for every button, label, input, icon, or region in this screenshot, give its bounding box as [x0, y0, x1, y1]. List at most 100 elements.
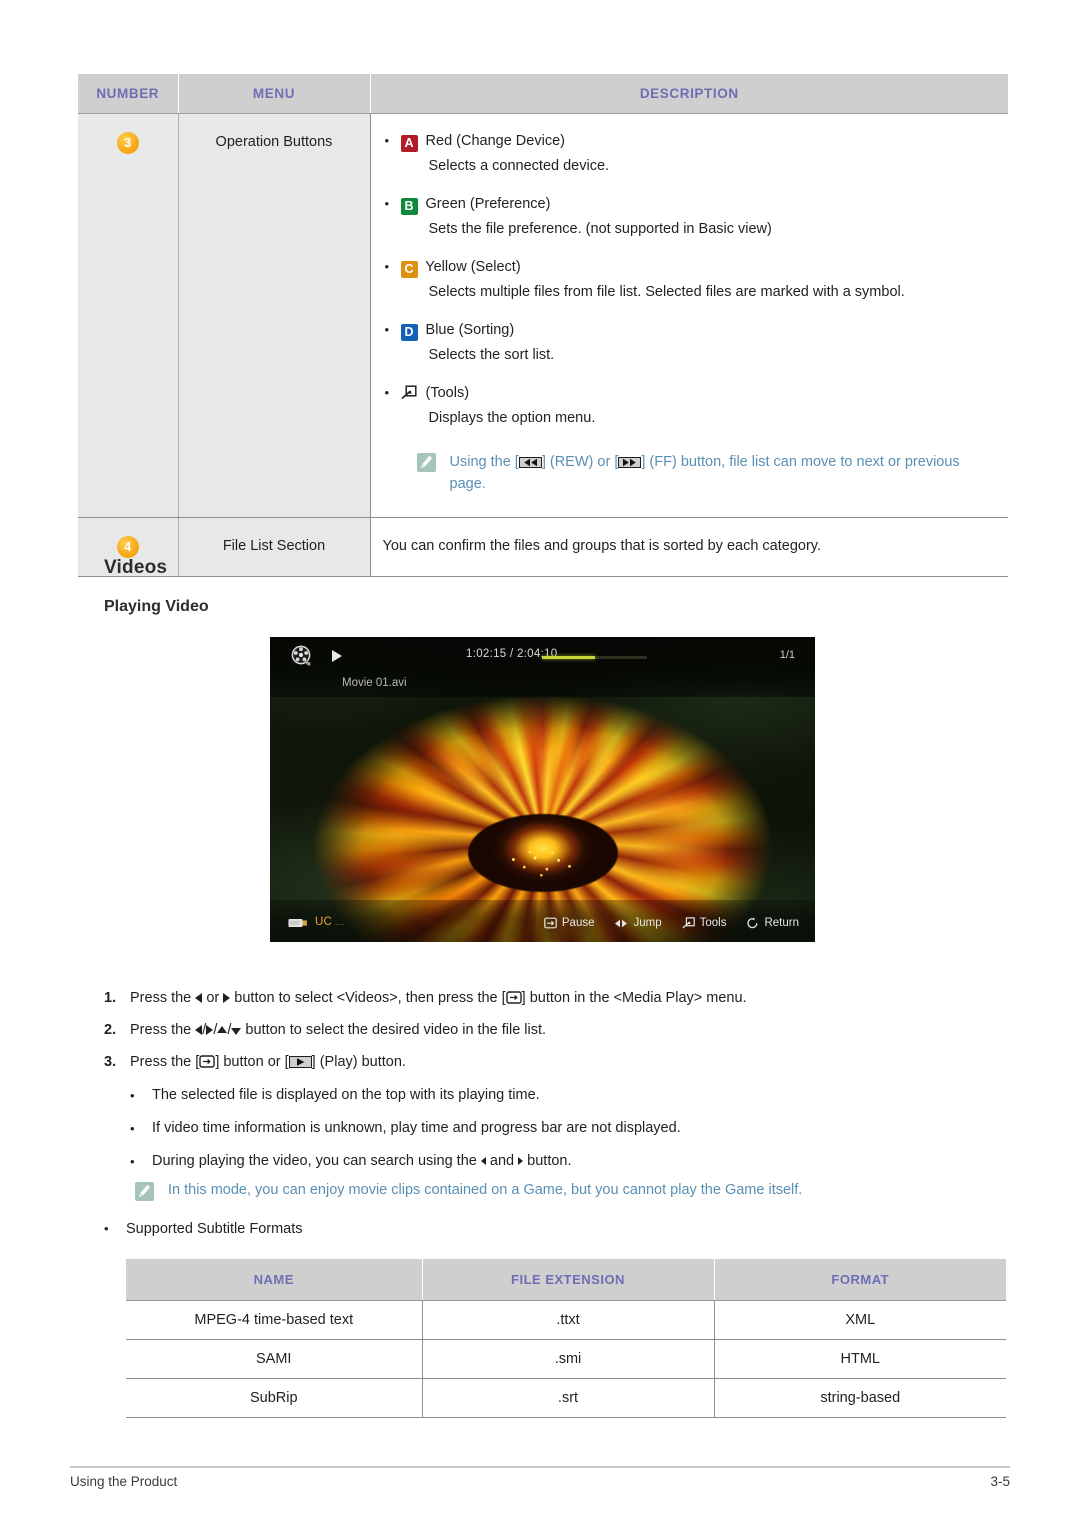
row-description-cell: • A Red (Change Device) Selects a connec… [370, 113, 1008, 518]
bullet-dot: • [104, 1221, 109, 1236]
page-number: 3-5 [990, 1474, 1010, 1489]
note-text: During playing the video, you can search… [152, 1153, 477, 1169]
step-text: ] button in the <Media Play> menu. [521, 990, 747, 1006]
step-text: Press the [130, 1022, 192, 1038]
bullet-dot: • [384, 322, 390, 337]
page-indicator: 1/1 [779, 649, 795, 661]
player-bottom-bar: UC .... Pause Jump Tools Return [270, 900, 815, 942]
list-item: • If video time information is unknown, … [130, 1118, 990, 1139]
play-icon [332, 650, 352, 662]
cell-name: SAMI [126, 1339, 423, 1379]
device-dots: .... [335, 917, 346, 927]
hint-jump[interactable]: Jump [614, 917, 662, 929]
flower-stamens [503, 845, 582, 880]
step-number: 3. [104, 1054, 117, 1070]
arrow-right-icon [206, 1025, 214, 1035]
player-top-bar: 1:02:15 / 2:04:10 1/1 Movie 01.avi [270, 637, 815, 697]
cell-name: SubRip [126, 1378, 423, 1418]
cell-format: string-based [714, 1378, 1006, 1418]
bullet-dot: • [384, 196, 390, 211]
cell-format: XML [714, 1300, 1006, 1340]
note-callout: Using the [] (REW) or [] (FF) button, fi… [416, 451, 999, 495]
game-note-text: In this mode, you can enjoy movie clips … [168, 1182, 803, 1198]
hint-tools[interactable]: Tools [681, 917, 727, 929]
label-text: Supported Subtitle Formats [126, 1221, 303, 1237]
arrow-up-icon [217, 1026, 228, 1033]
remote-key-b-icon: B [400, 198, 418, 215]
note-pencil-icon [416, 453, 436, 472]
header-description: DESCRIPTION [370, 74, 1008, 114]
number-badge-3: 3 [116, 132, 139, 154]
enter-key-icon [505, 991, 522, 1004]
bullet-dot: • [384, 385, 390, 400]
list-item: • The selected file is displayed on the … [130, 1085, 990, 1106]
bullet-dot: • [384, 259, 390, 274]
note-text: button. [527, 1153, 572, 1169]
usb-device-icon [288, 916, 310, 928]
list-item: • A Red (Change Device) [383, 130, 999, 152]
step-text: ] button or [ [215, 1054, 289, 1070]
hint-pause[interactable]: Pause [544, 917, 595, 929]
table-row: 4 File List Section You can confirm the … [78, 517, 1008, 577]
step-text: Press the [ [130, 1054, 200, 1070]
header-format: FORMAT [714, 1259, 1006, 1301]
cell-name: MPEG-4 time-based text [126, 1300, 423, 1340]
arrow-right-icon [223, 993, 231, 1003]
item-description: Displays the option menu. [428, 410, 596, 426]
number-badge-4: 4 [116, 536, 139, 558]
item-title: Green (Preference) [425, 196, 551, 212]
list-item: • D Blue (Sorting) [383, 319, 999, 341]
step-text: button to select <Videos>, then press th… [234, 990, 506, 1006]
row-menu-cell: File List Section [178, 517, 371, 577]
hint-label: Pause [561, 917, 595, 929]
step-1: 1. Press the or button to select <Videos… [104, 988, 984, 1009]
cell-extension: .smi [422, 1339, 715, 1379]
enter-key-icon [199, 1055, 216, 1068]
arrow-down-icon [231, 1028, 242, 1035]
remote-key-d-icon: D [400, 324, 418, 341]
pause-enter-icon [544, 917, 557, 929]
return-icon [747, 917, 758, 929]
hint-return[interactable]: Return [746, 917, 799, 929]
tools-icon [400, 385, 417, 400]
item-title: Red (Change Device) [425, 133, 565, 149]
list-item: • (Tools) [383, 382, 999, 404]
header-number: NUMBER [78, 74, 179, 114]
bullet-dot: • [130, 1088, 135, 1103]
row-number-cell: 3 [78, 113, 179, 518]
progress-bar-track[interactable] [542, 656, 647, 659]
section-title: Videos [104, 557, 168, 578]
table-header-row: NUMBER MENU DESCRIPTION [78, 74, 1008, 114]
step-text: button to select the desired video in th… [245, 1022, 547, 1038]
list-item: • C Yellow (Select) [383, 256, 999, 278]
subtitle-formats-table: NAME FILE EXTENSION FORMAT MPEG-4 time-b… [126, 1259, 1006, 1418]
rewind-icon [518, 457, 542, 468]
section-subtitle: Playing Video [104, 598, 209, 615]
item-description: Selects the sort list. [428, 347, 555, 363]
list-item: • B Green (Preference) [383, 193, 999, 215]
hint-label: Tools [699, 917, 727, 929]
arrow-left-icon [195, 993, 203, 1003]
hint-label: Return [764, 917, 799, 929]
table-header-row: NAME FILE EXTENSION FORMAT [126, 1259, 1006, 1301]
note-text-mid1: ] (REW) or [ [541, 454, 619, 470]
table-row: 3 Operation Buttons • A Red (Change Devi… [78, 113, 1008, 518]
note-text: and [489, 1153, 515, 1169]
step-2: 2. Press the / / / button to select the de… [104, 1020, 984, 1041]
instruction-steps: 1. Press the or button to select <Videos… [104, 988, 984, 1084]
footer: Using the Product 3-5 [70, 1474, 1010, 1489]
table-row: SAMI .smi HTML [126, 1339, 1006, 1379]
item-description: Selects multiple files from file list. S… [428, 284, 905, 300]
item-description: Selects a connected device. [428, 158, 610, 174]
play-key-icon [288, 1056, 312, 1068]
item-title: Blue (Sorting) [425, 322, 515, 338]
file-name-label: Movie 01.avi [342, 677, 407, 689]
jump-arrows-icon [614, 919, 628, 928]
progress-bar-fill [542, 656, 595, 659]
remote-key-a-icon: A [400, 135, 418, 152]
game-note-callout: In this mode, you can enjoy movie clips … [135, 1180, 802, 1201]
operation-buttons-table: NUMBER MENU DESCRIPTION 3 Operation Butt… [78, 74, 1008, 577]
bullet-dot: • [130, 1154, 135, 1169]
film-reel-icon [290, 644, 314, 668]
table-row: MPEG-4 time-based text .ttxt XML [126, 1300, 1006, 1340]
